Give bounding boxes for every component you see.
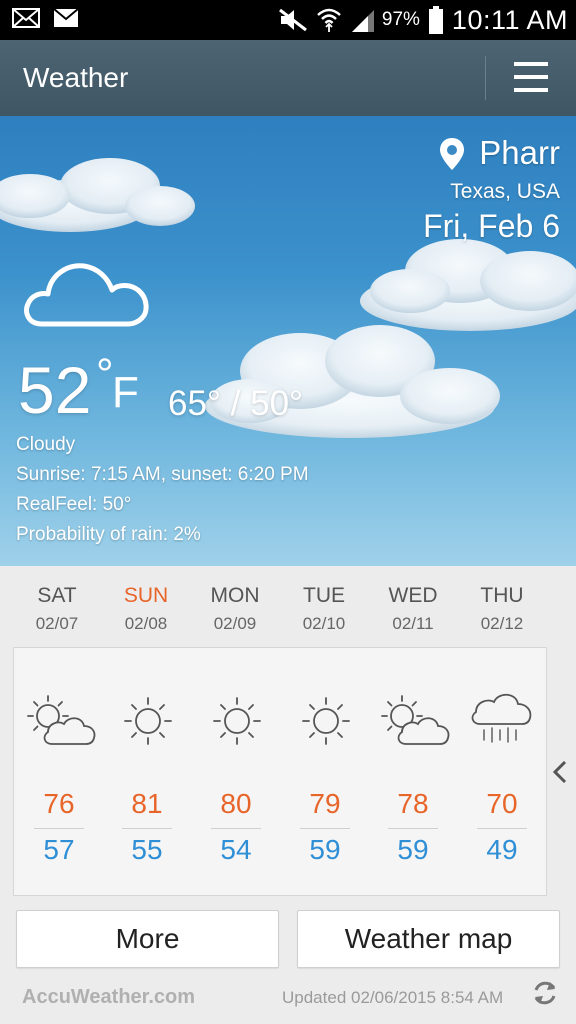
mute-icon <box>278 8 307 32</box>
accuweather-logo[interactable]: AccuWeather.com <box>22 986 195 1009</box>
day-name: MON <box>210 584 260 607</box>
app-bar: Weather <box>0 40 576 116</box>
day-name: TUE <box>303 584 345 607</box>
forecast-day-header: WED 02/11 <box>373 584 453 634</box>
day-date: 02/08 <box>124 614 168 633</box>
forecast-low: 59 <box>309 834 341 865</box>
city-name[interactable]: Pharr <box>479 134 560 172</box>
forecast-high: 79 <box>309 788 341 819</box>
real-feel: RealFeel: 50° <box>16 494 132 515</box>
divider <box>485 56 486 100</box>
day-name: WED <box>388 584 438 607</box>
status-bar: 97% 10:11 AM <box>0 0 576 40</box>
battery-percent: 97% <box>381 9 420 30</box>
divider <box>477 828 527 829</box>
wifi-icon <box>317 8 341 32</box>
forecast-low: 57 <box>43 834 75 865</box>
high-low-temperature: 65° / 50° <box>168 384 304 423</box>
day-name: THU <box>480 584 524 607</box>
clock: 10:11 AM <box>451 4 568 35</box>
forecast-high: 80 <box>220 788 252 819</box>
partly-cloudy-icon <box>27 695 96 745</box>
more-button[interactable]: More <box>16 910 279 968</box>
unit-label: F <box>112 368 139 417</box>
forecast-day-header: SAT 02/07 <box>17 584 97 634</box>
updated-timestamp: Updated 02/06/2015 8:54 AM <box>282 988 504 1007</box>
chevron-left-icon[interactable] <box>551 760 569 784</box>
rain-probability: Probability of rain: 2% <box>16 524 201 545</box>
rain-icon <box>471 693 532 743</box>
cloudy-icon <box>24 263 149 327</box>
region-name: Texas, USA <box>450 180 560 203</box>
forecast-high: 81 <box>131 788 163 819</box>
mail-icon <box>54 9 78 27</box>
forecast-high: 76 <box>43 788 75 819</box>
forecast-low: 59 <box>397 834 429 865</box>
sunny-icon <box>124 697 172 745</box>
forecast-high: 70 <box>486 788 518 819</box>
battery-icon <box>428 6 443 34</box>
current-date: Fri, Feb 6 <box>423 208 560 244</box>
forecast-low: 54 <box>220 834 252 865</box>
forecast-low: 49 <box>486 834 518 865</box>
sun-times: Sunrise: 7:15 AM, sunset: 6:20 PM <box>16 464 309 485</box>
condition-text: Cloudy <box>16 434 76 455</box>
sunny-icon <box>302 697 350 745</box>
signal-icon <box>351 10 374 32</box>
degree-symbol: ° <box>96 350 114 399</box>
forecast-day-header: THU 02/12 <box>462 584 542 634</box>
day-name: SAT <box>37 584 77 607</box>
current-weather-panel: Pharr Texas, USA Fri, Feb 6 52 ° F 65° /… <box>0 116 576 566</box>
forecast-day-header: MON 02/09 <box>195 584 275 634</box>
divider <box>300 828 350 829</box>
forecast-low: 55 <box>131 834 163 865</box>
location-pin-icon <box>440 138 464 170</box>
forecast-day-header: SUN 02/08 <box>106 584 186 634</box>
divider <box>34 828 84 829</box>
weather-map-button[interactable]: Weather map <box>297 910 560 968</box>
forecast-high: 78 <box>397 788 429 819</box>
sunny-icon <box>213 697 261 745</box>
divider <box>211 828 261 829</box>
divider <box>388 828 438 829</box>
current-temperature: 52 <box>18 353 92 427</box>
day-date: 02/12 <box>480 614 524 633</box>
gmail-icon <box>12 8 40 28</box>
day-date: 02/09 <box>213 614 257 633</box>
refresh-icon[interactable] <box>530 978 560 1008</box>
divider <box>122 828 172 829</box>
day-date: 02/07 <box>35 614 79 633</box>
forecast-day-header: TUE 02/10 <box>284 584 364 634</box>
hamburger-menu-icon[interactable] <box>508 60 554 96</box>
partly-cloudy-icon <box>381 695 450 745</box>
forecast-card[interactable]: 76 81 80 79 78 70 57 55 54 59 59 49 <box>13 647 547 896</box>
day-date: 02/10 <box>302 614 346 633</box>
day-date: 02/11 <box>392 614 434 633</box>
app-title: Weather <box>23 62 129 93</box>
day-name: SUN <box>123 584 169 607</box>
forecast-section: SAT 02/07 SUN 02/08 MON 02/09 TUE 02/10 … <box>0 566 576 1024</box>
